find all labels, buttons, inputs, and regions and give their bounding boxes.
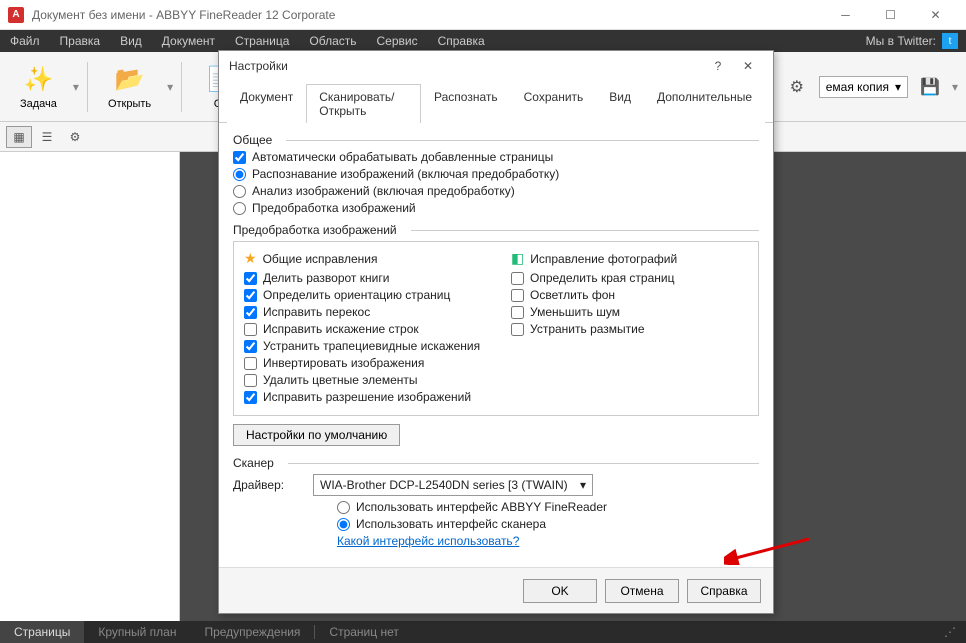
dropdown-icon[interactable]: ▾ <box>952 80 958 94</box>
tab-scan-open[interactable]: Сканировать/Открыть <box>306 84 421 123</box>
radio-analyze[interactable] <box>233 185 246 198</box>
tab-view[interactable]: Вид <box>596 84 644 123</box>
dialog-tabs: Документ Сканировать/Открыть Распознать … <box>219 83 773 123</box>
menu-file[interactable]: Файл <box>0 30 50 52</box>
menu-document[interactable]: Документ <box>152 30 225 52</box>
menu-service[interactable]: Сервис <box>367 30 428 52</box>
view-settings[interactable]: ⚙ <box>62 126 88 148</box>
twitter-label: Мы в Twitter: <box>866 34 936 48</box>
status-pages-tab[interactable]: Страницы <box>0 621 84 643</box>
driver-label: Драйвер: <box>233 478 303 492</box>
chk-auto-process[interactable] <box>233 151 246 164</box>
chk-general-7[interactable] <box>244 391 257 404</box>
group-scanner: Сканер <box>233 456 274 470</box>
status-nopages: Страниц нет <box>315 621 412 643</box>
menu-help[interactable]: Справка <box>428 30 495 52</box>
status-bar: Страницы Крупный план Предупреждения Стр… <box>0 621 966 643</box>
dropdown-icon[interactable]: ▾ <box>167 80 173 94</box>
tab-recognize[interactable]: Распознать <box>421 84 511 123</box>
radio-recognize[interactable] <box>233 168 246 181</box>
folder-icon: 📂 <box>114 64 146 96</box>
dialog-help-icon[interactable]: ? <box>703 59 733 73</box>
task-button[interactable]: ✨ Задача <box>8 60 69 114</box>
chk-general-0[interactable] <box>244 272 257 285</box>
dialog-close-icon[interactable]: ✕ <box>733 59 763 73</box>
preprocess-box: ★Общие исправления Делить разворот книги… <box>233 241 759 416</box>
radio-abbyy-interface[interactable] <box>337 501 350 514</box>
tab-advanced[interactable]: Дополнительные <box>644 84 765 123</box>
chk-general-6[interactable] <box>244 374 257 387</box>
tab-save[interactable]: Сохранить <box>511 84 597 123</box>
view-details[interactable]: ☰ <box>34 126 60 148</box>
driver-combo[interactable]: WIA-Brother DCP-L2540DN series [3 (TWAIN… <box>313 474 593 496</box>
ok-button[interactable]: OK <box>523 579 597 603</box>
menu-area[interactable]: Область <box>299 30 366 52</box>
dialog-title: Настройки <box>229 59 288 73</box>
chk-general-3[interactable] <box>244 323 257 336</box>
chk-photo-3[interactable] <box>511 323 524 336</box>
settings-dialog: Настройки ? ✕ Документ Сканировать/Откры… <box>218 50 774 614</box>
chk-general-4[interactable] <box>244 340 257 353</box>
maximize-button[interactable]: ☐ <box>868 0 913 30</box>
chk-general-2[interactable] <box>244 306 257 319</box>
close-button[interactable]: ✕ <box>913 0 958 30</box>
chk-general-5[interactable] <box>244 357 257 370</box>
group-preprocess: Предобработка изображений <box>233 223 397 237</box>
menu-page[interactable]: Страница <box>225 30 299 52</box>
defaults-button[interactable]: Настройки по умолчанию <box>233 424 400 446</box>
status-warnings-tab[interactable]: Предупреждения <box>190 621 314 643</box>
wand-icon: ✨ <box>22 64 54 96</box>
pages-panel <box>0 152 180 621</box>
status-zoom-tab[interactable]: Крупный план <box>84 621 190 643</box>
twitter-icon[interactable]: t <box>942 33 958 49</box>
chk-photo-0[interactable] <box>511 272 524 285</box>
window-title: Документ без имени - ABBYY FineReader 12… <box>32 8 335 22</box>
view-thumbnails[interactable]: ▦ <box>6 126 32 148</box>
help-button[interactable]: Справка <box>687 579 761 603</box>
radio-preprocess[interactable] <box>233 202 246 215</box>
photo-icon: ◧ <box>511 250 524 267</box>
chk-general-1[interactable] <box>244 289 257 302</box>
save-icon[interactable]: 💾 <box>916 73 944 101</box>
chevron-down-icon: ▾ <box>895 80 901 94</box>
which-interface-link[interactable]: Какой интерфейс использовать? <box>337 534 519 548</box>
star-icon: ★ <box>244 250 257 267</box>
chevron-down-icon: ▾ <box>580 478 586 492</box>
menu-edit[interactable]: Правка <box>50 30 111 52</box>
chk-photo-1[interactable] <box>511 289 524 302</box>
cancel-button[interactable]: Отмена <box>605 579 679 603</box>
status-resize-grip[interactable]: ⋰ <box>944 625 966 639</box>
menu-view[interactable]: Вид <box>110 30 152 52</box>
open-button[interactable]: 📂 Открыть <box>96 60 163 114</box>
menu-bar: Файл Правка Вид Документ Страница Област… <box>0 30 966 52</box>
chk-photo-2[interactable] <box>511 306 524 319</box>
tab-document[interactable]: Документ <box>227 84 306 123</box>
group-general: Общее <box>233 133 272 147</box>
dropdown-icon[interactable]: ▾ <box>73 80 79 94</box>
app-icon: A <box>8 7 24 23</box>
minimize-button[interactable]: ─ <box>823 0 868 30</box>
copy-type-combo[interactable]: емая копия▾ <box>819 76 908 98</box>
settings-icon[interactable]: ⚙ <box>783 73 811 101</box>
radio-scanner-interface[interactable] <box>337 518 350 531</box>
